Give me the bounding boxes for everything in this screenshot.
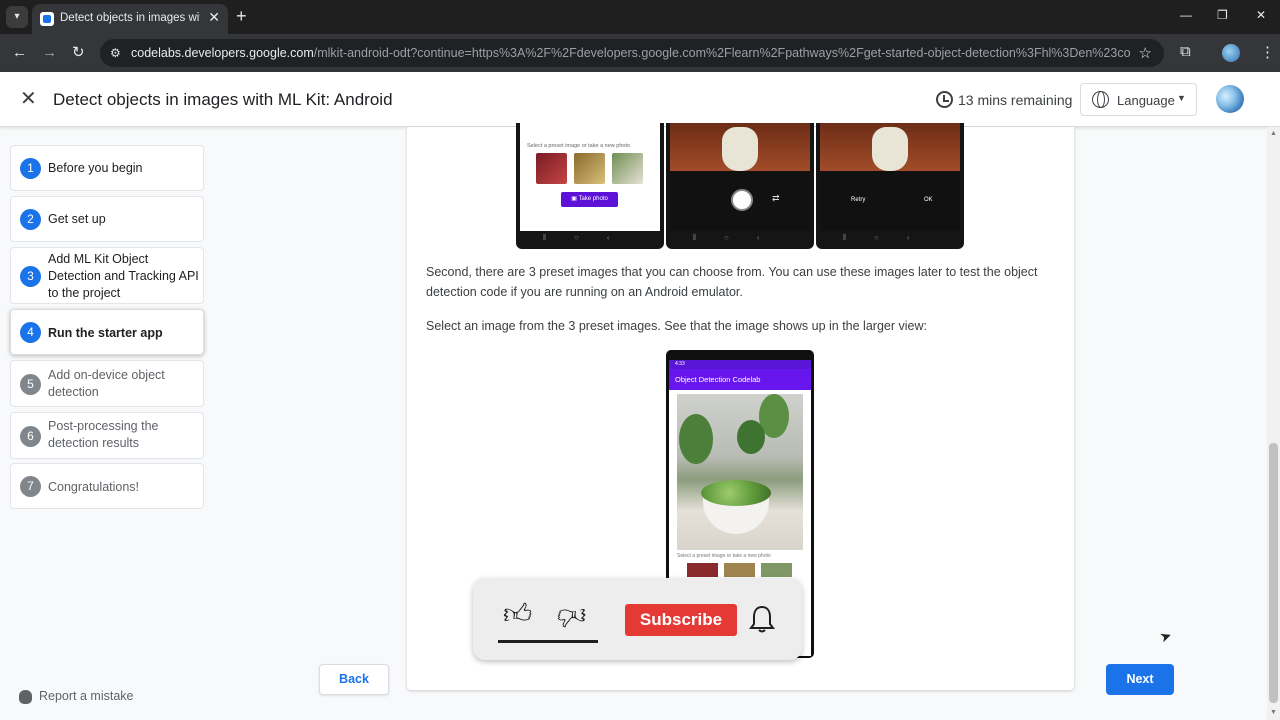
android-nav-bar: ⦀○‹ xyxy=(842,233,938,242)
language-select[interactable]: Language ▼ xyxy=(1080,83,1197,116)
tab-title: Detect objects in images with ML xyxy=(60,12,200,24)
step-label: Congratulations! xyxy=(48,480,140,494)
phone-screenshot-camera: ⇄ ⦀○‹ xyxy=(666,123,814,249)
browser-tab-strip: ▾ Detect objects in images with ML ✕ + —… xyxy=(0,0,1280,34)
caret-down-icon: ▼ xyxy=(1177,93,1186,103)
step-item-3[interactable]: 3 Add ML Kit Object Detection and Tracki… xyxy=(10,247,204,304)
tab-close-icon[interactable]: ✕ xyxy=(208,9,220,26)
back-button[interactable]: Back xyxy=(319,664,389,695)
paragraph: Second, there are 3 preset images that y… xyxy=(426,265,1038,299)
step-number: 1 xyxy=(20,158,41,179)
paragraph: Select an image from the 3 preset images… xyxy=(426,319,927,333)
avatar[interactable] xyxy=(1216,85,1244,113)
close-icon[interactable]: ✕ xyxy=(20,86,37,111)
minimize-icon[interactable]: — xyxy=(1180,8,1192,22)
codelab-header: ✕ Detect objects in images with ML Kit: … xyxy=(0,72,1280,127)
step-item-7[interactable]: 7 Congratulations! xyxy=(10,463,204,509)
page-scrollbar[interactable]: ▲ ▼ xyxy=(1267,127,1280,720)
step-item-4[interactable]: 4 Run the starter app xyxy=(10,309,204,355)
phone-screenshot-main: Select a preset image or take a new phot… xyxy=(516,123,664,249)
step-label: Before you begin xyxy=(48,161,143,175)
preset-thumb xyxy=(724,563,755,577)
step-item-2[interactable]: 2 Get set up xyxy=(10,196,204,242)
bell-icon[interactable] xyxy=(748,604,776,634)
preset-caption: Select a preset image or take a new phot… xyxy=(677,553,771,559)
tab-search-icon[interactable]: ▾ xyxy=(6,6,28,28)
url-text: codelabs.developers.google.com/mlkit-and… xyxy=(131,46,1131,60)
report-mistake-label: Report a mistake xyxy=(39,689,134,703)
step-label: Add ML Kit Object Detection and Tracking… xyxy=(48,252,199,300)
bookmark-star-icon[interactable]: ☆ xyxy=(1139,44,1152,62)
retry-label: Retry xyxy=(851,197,866,203)
android-nav-bar: ⦀○‹ xyxy=(692,233,788,242)
site-info-icon[interactable]: ⚙ xyxy=(110,46,121,60)
step-number: 2 xyxy=(20,209,41,230)
window-close-icon[interactable]: ✕ xyxy=(1256,8,1266,22)
browser-tab[interactable]: Detect objects in images with ML ✕ xyxy=(32,4,228,34)
step-number: 5 xyxy=(20,374,41,395)
time-remaining: 13 mins remaining xyxy=(958,92,1073,108)
scroll-up-icon[interactable]: ▲ xyxy=(1270,130,1277,137)
preset-thumb xyxy=(612,153,643,184)
mouse-cursor-icon: ➤ xyxy=(1157,626,1174,646)
step-label: Post-processing the detection results xyxy=(48,419,159,450)
phone-screenshot-confirm: Retry OK ⦀○‹ xyxy=(816,123,964,249)
preset-thumb xyxy=(687,563,718,577)
next-button[interactable]: Next xyxy=(1106,664,1174,695)
switch-camera-icon: ⇄ xyxy=(772,193,780,203)
reload-icon[interactable]: ↻ xyxy=(72,43,85,63)
step-label: Get set up xyxy=(48,212,106,226)
language-label: Language xyxy=(1117,93,1175,108)
camera-preview xyxy=(670,123,810,171)
salad-photo xyxy=(677,394,803,550)
forward-arrow-icon[interactable]: → xyxy=(42,43,57,63)
scroll-thumb[interactable] xyxy=(1269,443,1278,703)
status-bar: 4:33 xyxy=(669,360,811,369)
step-number: 6 xyxy=(20,426,41,447)
clock-icon xyxy=(936,91,953,108)
codelabs-favicon-icon xyxy=(40,12,54,26)
extensions-icon[interactable]: ⧉ xyxy=(1180,43,1191,60)
scroll-down-icon[interactable]: ▼ xyxy=(1270,709,1277,716)
browser-toolbar: ← → ↻ ⚙ codelabs.developers.google.com/m… xyxy=(0,34,1280,72)
globe-icon xyxy=(1092,91,1109,108)
like-underline xyxy=(498,640,598,643)
restore-icon[interactable]: ❐ xyxy=(1217,8,1228,22)
captured-photo xyxy=(820,123,960,171)
step-item-6[interactable]: 6 Post-processing the detection results xyxy=(10,412,204,459)
browser-profile-icon[interactable] xyxy=(1222,44,1240,62)
browser-menu-icon[interactable]: ⋮ xyxy=(1260,43,1275,61)
step-label: Run the starter app xyxy=(48,326,163,340)
app-bar-title: Object Detection Codelab xyxy=(669,369,811,390)
step-item-5[interactable]: 5 Add on-device object detection xyxy=(10,360,204,407)
android-nav-bar: ⦀○‹ xyxy=(542,233,638,242)
ok-label: OK xyxy=(924,197,933,203)
step-number: 7 xyxy=(20,476,41,497)
thumbs-up-icon[interactable]: 👍︎ xyxy=(503,597,532,631)
address-bar[interactable]: ⚙ codelabs.developers.google.com/mlkit-a… xyxy=(100,39,1164,67)
preset-thumb xyxy=(574,153,605,184)
subscribe-overlay: 👍︎ 👍︎ Subscribe xyxy=(473,578,802,660)
preset-thumb xyxy=(761,563,792,577)
back-arrow-icon[interactable]: ← xyxy=(12,43,27,63)
step-number: 4 xyxy=(20,322,41,343)
shutter-icon xyxy=(731,189,753,211)
new-tab-icon[interactable]: + xyxy=(236,6,247,26)
take-photo-button: ▣ Take photo xyxy=(561,192,618,207)
page-title: Detect objects in images with ML Kit: An… xyxy=(53,90,393,109)
step-label: Add on-device object detection xyxy=(48,368,165,399)
thumbs-down-icon[interactable]: 👍︎ xyxy=(557,599,586,633)
preset-caption: Select a preset image or take a new phot… xyxy=(527,143,631,149)
subscribe-button[interactable]: Subscribe xyxy=(625,604,737,636)
step-number: 3 xyxy=(20,266,41,287)
preset-thumb xyxy=(536,153,567,184)
bug-icon xyxy=(19,690,32,704)
step-item-1[interactable]: 1 Before you begin xyxy=(10,145,204,191)
